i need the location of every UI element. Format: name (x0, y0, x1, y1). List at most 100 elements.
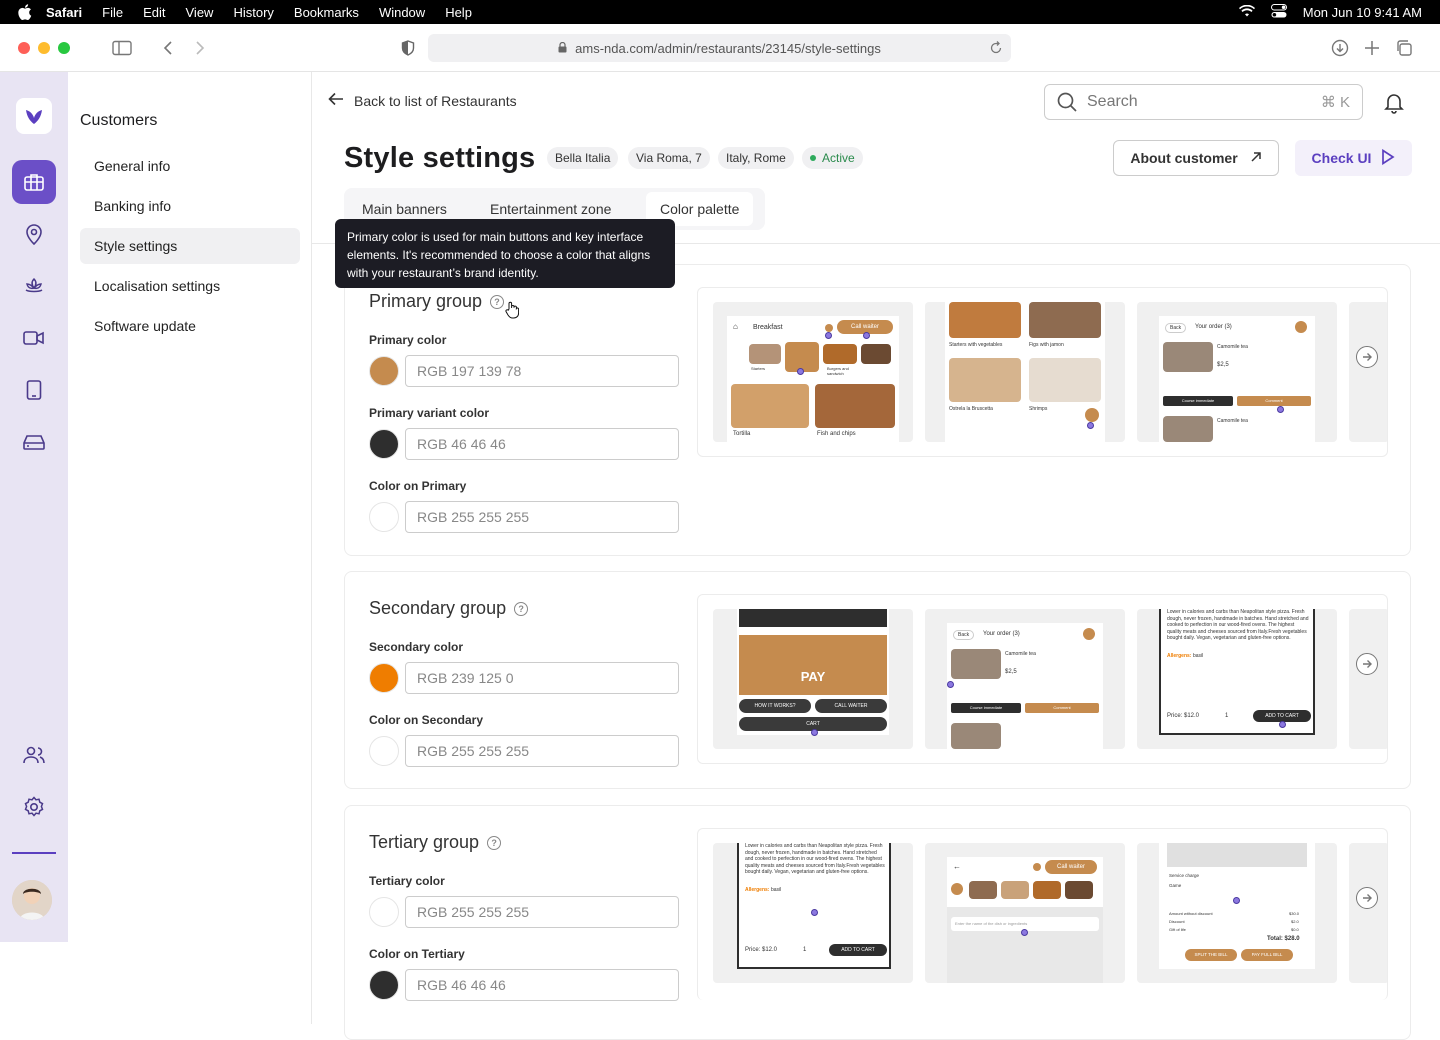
reload-icon[interactable] (989, 41, 1003, 58)
preview-pay-banner (739, 635, 887, 695)
primary-color-swatch[interactable] (369, 356, 399, 386)
preview-allergens-label: Allergens: (1167, 653, 1192, 659)
secondary-color-swatch[interactable] (369, 663, 399, 693)
sidebar-item-banking-info[interactable]: Banking info (80, 188, 300, 224)
search-icon (1057, 92, 1077, 112)
back-nav-icon[interactable] (158, 38, 178, 58)
preview-food-thumb (1065, 881, 1093, 899)
tertiary-preview-strip: Lower in calories and carbs than Neapoli… (697, 828, 1388, 1000)
wifi-icon[interactable] (1238, 4, 1255, 20)
address-bar[interactable]: ams-nda.com/admin/restaurants/23145/styl… (428, 34, 1011, 62)
preview-order-title: Your order (3) (1195, 324, 1232, 330)
rail-customers-briefcase-icon[interactable] (12, 160, 56, 204)
secondary-group-title-text: Secondary group (369, 598, 507, 618)
preview-allergens-value: basil (1193, 653, 1204, 659)
carousel-next-arrow-icon[interactable] (1356, 887, 1378, 909)
help-icon[interactable]: ? (490, 294, 505, 309)
rail-video-camera-icon[interactable] (12, 316, 56, 360)
color-on-primary-input[interactable]: RGB 255 255 255 (405, 501, 679, 533)
menu-view[interactable]: View (186, 5, 214, 20)
menu-edit[interactable]: Edit (143, 5, 165, 20)
tertiary-group-card: Tertiary group ? Tertiary color RGB 255 … (344, 805, 1411, 1040)
help-icon[interactable]: ? (514, 601, 529, 616)
sidebar-toggle-icon[interactable] (112, 38, 132, 58)
preview-price: $2,5 (1005, 669, 1017, 675)
search-input[interactable]: Search ⌘ K (1044, 84, 1363, 120)
color-on-primary-swatch[interactable] (369, 502, 399, 532)
primary-variant-color-input[interactable]: RGB 46 46 46 (405, 428, 679, 460)
check-ui-button[interactable]: Check UI (1295, 140, 1412, 176)
rail-inbox-drive-icon[interactable] (12, 420, 56, 464)
preview-food-thumb (951, 723, 1001, 749)
control-center-icon[interactable] (1270, 3, 1287, 21)
menu-app-name[interactable]: Safari (46, 5, 82, 20)
color-on-secondary-input[interactable]: RGB 255 255 255 (405, 735, 679, 767)
primary-variant-color-swatch[interactable] (369, 429, 399, 459)
shield-icon[interactable] (398, 38, 418, 58)
preview-food-thumb (1163, 416, 1213, 442)
rail-tablet-icon[interactable] (12, 368, 56, 412)
menu-window[interactable]: Window (379, 5, 425, 20)
minimize-window-icon[interactable] (38, 42, 50, 54)
tertiary-color-swatch[interactable] (369, 897, 399, 927)
preview-comment-button: Comment (1237, 396, 1311, 406)
primary-group-card: Primary group ? Primary color RGB 197 13… (344, 264, 1411, 556)
app-logo-icon[interactable] (16, 98, 52, 134)
forward-nav-icon[interactable] (190, 38, 210, 58)
apple-icon[interactable] (18, 4, 34, 20)
preview-card-dish-detail: Lower in calories and carbs than Neapoli… (713, 843, 913, 983)
sidebar-item-style-settings[interactable]: Style settings (80, 228, 300, 264)
zoom-window-icon[interactable] (58, 42, 70, 54)
secondary-color-input[interactable]: RGB 239 125 0 (405, 662, 679, 694)
tab-overview-icon[interactable] (1394, 38, 1414, 58)
page-title: Style settings (344, 142, 536, 174)
color-on-tertiary-swatch[interactable] (369, 970, 399, 1000)
preview-card-menu: Starters with vegetables Figs with jamon… (925, 302, 1125, 442)
color-on-tertiary-input[interactable]: RGB 46 46 46 (405, 969, 679, 1001)
about-customer-button[interactable]: About customer (1113, 140, 1279, 176)
menubar-datetime[interactable]: Mon Jun 10 9:41 AM (1303, 5, 1422, 20)
rail-lotus-icon[interactable] (12, 264, 56, 308)
primary-help-tooltip: Primary color is used for main buttons a… (335, 219, 675, 288)
user-avatar[interactable] (12, 880, 52, 920)
sidebar-item-software-update[interactable]: Software update (80, 308, 300, 344)
color-on-secondary-swatch[interactable] (369, 736, 399, 766)
primary-group-title: Primary group ? (369, 291, 505, 312)
preview-back-arrow-icon: ← (953, 862, 961, 871)
sidebar-item-general-info[interactable]: General info (80, 148, 300, 184)
downloads-icon[interactable] (1330, 38, 1350, 58)
tertiary-color-input[interactable]: RGB 255 255 255 (405, 896, 679, 928)
sidebar-item-localisation-settings[interactable]: Localisation settings (80, 268, 300, 304)
menu-help[interactable]: Help (445, 5, 472, 20)
rail-location-pin-icon[interactable] (12, 212, 56, 256)
new-tab-icon[interactable] (1362, 38, 1382, 58)
preview-home-icon: ⌂ (733, 322, 738, 331)
menu-file[interactable]: File (102, 5, 123, 20)
carousel-next-arrow-icon[interactable] (1356, 653, 1378, 675)
preview-tea-label: Camomile tea (1217, 418, 1248, 424)
preview-back-button: Back (1165, 323, 1187, 333)
rail-settings-gear-icon[interactable] (12, 785, 56, 829)
color-on-tertiary-label: Color on Tertiary (369, 947, 465, 961)
primary-color-label: Primary color (369, 333, 447, 347)
rail-users-icon[interactable] (12, 733, 56, 777)
primary-color-input[interactable]: RGB 197 139 78 (405, 355, 679, 387)
carousel-next-arrow-icon[interactable] (1356, 346, 1378, 368)
preview-order-title: Your order (3) (983, 631, 1020, 637)
tertiary-group-title: Tertiary group ? (369, 832, 502, 853)
preview-marker-dot (1087, 422, 1094, 429)
menu-bookmarks[interactable]: Bookmarks (294, 5, 359, 20)
preview-tea-label: Camomile tea (1005, 651, 1036, 657)
preview-card-partial (1349, 843, 1387, 983)
app-icon-rail (0, 72, 68, 942)
close-window-icon[interactable] (18, 42, 30, 54)
back-label: Back to list of Restaurants (354, 92, 517, 109)
help-icon[interactable]: ? (487, 835, 502, 850)
preview-order-badge (1083, 628, 1095, 640)
preview-course-button: Course immediate (951, 703, 1021, 713)
notifications-bell-icon[interactable] (1384, 92, 1404, 114)
preview-screen: Starters with vegetables Figs with jamon… (945, 302, 1105, 442)
menu-history[interactable]: History (233, 5, 273, 20)
back-to-list-link[interactable]: Back to list of Restaurants (328, 92, 517, 109)
preview-info-dot (825, 324, 833, 332)
